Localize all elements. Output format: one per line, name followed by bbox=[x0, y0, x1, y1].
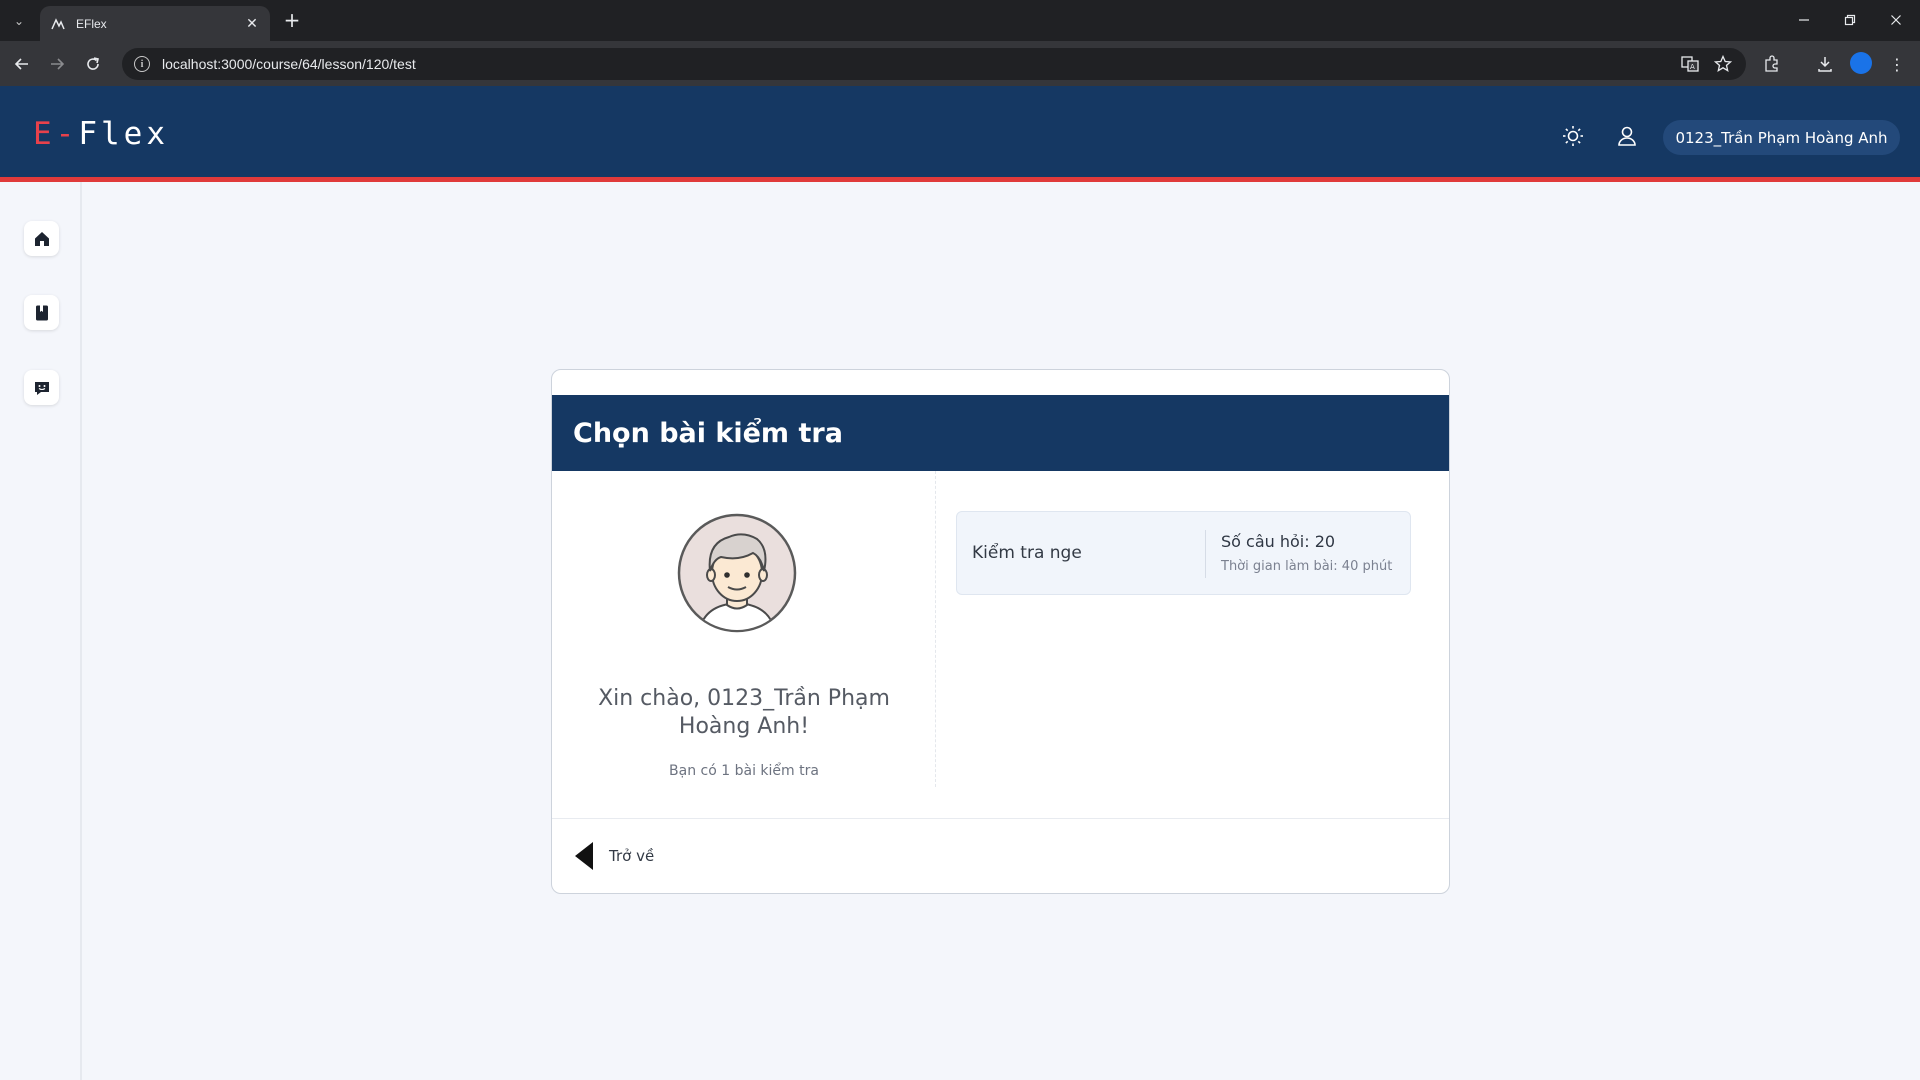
card-title: Chọn bài kiểm tra bbox=[573, 417, 843, 449]
url-input[interactable]: i localhost:3000/course/64/lesson/120/te… bbox=[122, 48, 1746, 80]
test-duration: Thời gian làm bài: 40 phút bbox=[1221, 559, 1393, 574]
url-text: localhost:3000/course/64/lesson/120/test bbox=[162, 56, 416, 72]
translate-icon[interactable]: A bbox=[1676, 50, 1704, 78]
user-name-button[interactable]: 0123_Trần Phạm Hoàng Anh bbox=[1663, 120, 1900, 155]
test-name: Kiểm tra nge bbox=[972, 543, 1082, 563]
back-triangle-icon bbox=[575, 842, 593, 870]
tab-title: EFlex bbox=[76, 16, 107, 31]
browser-tab[interactable]: EFlex ✕ bbox=[40, 6, 270, 41]
window-close-icon[interactable] bbox=[1878, 6, 1914, 34]
browser-profile-avatar[interactable] bbox=[1850, 52, 1872, 74]
app-header: E- Flex 0123_Trần Phạm Hoàng Anh bbox=[0, 86, 1920, 182]
favicon-icon bbox=[50, 16, 66, 32]
minimize-icon[interactable] bbox=[1786, 6, 1822, 34]
test-selection-card: Chọn bài kiểm tra Xin chào, 0123_Trần Ph… bbox=[551, 369, 1450, 894]
sidebar-item-home[interactable] bbox=[24, 221, 59, 256]
app-logo[interactable]: E- Flex bbox=[33, 116, 169, 152]
browser-menu-icon[interactable]: ⋮ bbox=[1883, 50, 1911, 78]
reload-icon[interactable] bbox=[79, 50, 107, 78]
svg-text:A: A bbox=[1690, 63, 1695, 71]
book-icon bbox=[35, 305, 48, 320]
tab-search-chevron-icon[interactable]: ⌄ bbox=[6, 8, 32, 34]
question-count: Số câu hỏi: 20 bbox=[1221, 532, 1336, 551]
card-header: Chọn bài kiểm tra bbox=[552, 395, 1449, 471]
divider bbox=[1205, 530, 1206, 578]
restore-icon[interactable] bbox=[1832, 6, 1868, 34]
avatar bbox=[677, 513, 797, 633]
test-count-text: Bạn có 1 bài kiểm tra bbox=[669, 763, 819, 779]
sidebar-item-chat[interactable] bbox=[24, 370, 59, 405]
back-arrow-icon[interactable] bbox=[8, 50, 36, 78]
site-info-icon[interactable]: i bbox=[134, 56, 150, 72]
browser-tab-bar: ⌄ EFlex ✕ + bbox=[0, 0, 1920, 41]
sidebar bbox=[0, 182, 82, 1080]
forward-arrow-icon[interactable] bbox=[43, 50, 71, 78]
greeting-panel: Xin chào, 0123_Trần Phạm Hoàng Anh! Bạn … bbox=[552, 471, 936, 787]
greeting-text: Xin chào, 0123_Trần Phạm Hoàng Anh! bbox=[598, 686, 890, 739]
user-profile-icon[interactable] bbox=[1614, 123, 1640, 149]
logo-text: Flex bbox=[78, 116, 169, 152]
bookmark-star-icon[interactable] bbox=[1709, 50, 1737, 78]
browser-address-bar: i localhost:3000/course/64/lesson/120/te… bbox=[0, 41, 1920, 86]
back-button[interactable]: Trở về bbox=[575, 840, 654, 872]
list-item[interactable]: Kiểm tra nge Số câu hỏi: 20 Thời gian là… bbox=[956, 511, 1411, 595]
header-accent-line bbox=[0, 177, 1920, 182]
home-icon bbox=[34, 231, 49, 246]
tab-close-icon[interactable]: ✕ bbox=[244, 16, 260, 32]
chat-icon bbox=[34, 381, 49, 395]
logo-prefix: E- bbox=[33, 116, 79, 152]
new-tab-icon[interactable]: + bbox=[280, 8, 304, 32]
download-icon[interactable] bbox=[1811, 50, 1839, 78]
extensions-icon[interactable] bbox=[1758, 50, 1786, 78]
sidebar-item-courses[interactable] bbox=[24, 295, 59, 330]
card-footer: Trở về bbox=[552, 818, 1449, 893]
back-label: Trở về bbox=[609, 847, 655, 865]
theme-toggle-sun-icon[interactable] bbox=[1560, 123, 1586, 149]
